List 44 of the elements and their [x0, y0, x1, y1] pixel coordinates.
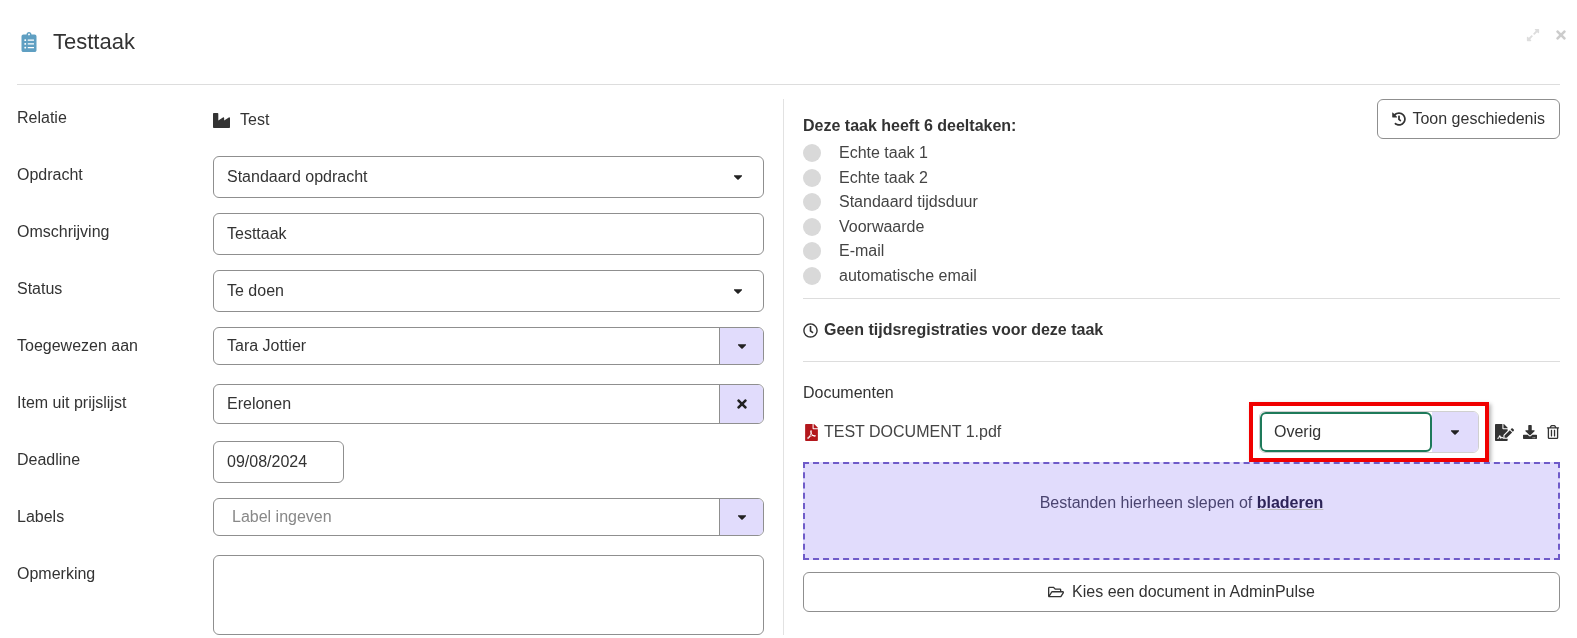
document-type-select[interactable]: Overig [1259, 411, 1479, 453]
dropzone[interactable]: Bestanden hierheen slepen of bladeren [803, 462, 1560, 560]
subtask-label: automatische email [839, 266, 977, 285]
field-label: Opmerking [17, 564, 97, 583]
clear-icon[interactable] [734, 397, 749, 411]
textarea-field[interactable] [213, 555, 764, 635]
subtasks-heading: Deze taak heeft 6 deeltaken: [803, 117, 1017, 135]
clipboard-icon [19, 32, 39, 52]
subtask-label: E-mail [839, 242, 885, 261]
subtask-label: Echte taak 2 [839, 168, 928, 187]
sign-icon[interactable] [1495, 422, 1514, 442]
field-label: Item uit prijslijst [17, 393, 128, 412]
field-label: Deadline [17, 450, 82, 469]
history-button[interactable]: Toon geschiedenis [1377, 99, 1560, 139]
field-value: Test [240, 111, 270, 129]
documents-heading: Documenten [803, 384, 895, 402]
select-field[interactable]: Tara Jottier [213, 327, 764, 365]
pdf-icon [803, 423, 820, 441]
trash-icon[interactable] [1546, 425, 1560, 439]
select-field[interactable]: Erelonen [213, 384, 764, 424]
window-title: Testtaak [53, 29, 136, 55]
select-field[interactable]: Label ingeven [213, 498, 764, 536]
input-field[interactable]: Testtaak [213, 213, 764, 255]
field-label: Toegewezen aan [17, 336, 139, 355]
field-label: Omschrijving [17, 222, 111, 241]
field-label: Relatie [17, 108, 68, 127]
select-field[interactable]: Standaard opdracht [213, 156, 764, 198]
field-label: Labels [17, 507, 66, 526]
subtask-label: Echte taak 1 [839, 144, 928, 163]
clock-icon [803, 322, 818, 338]
field-label: Status [17, 279, 64, 298]
download-icon[interactable] [1523, 425, 1537, 439]
choose-document-button[interactable]: Kies een document in AdminPulse [803, 572, 1560, 612]
select-field[interactable]: Te doen [213, 270, 764, 312]
field-label: Opdracht [17, 165, 84, 184]
dropzone-text: Bestanden hierheen slepen of bladeren [1039, 494, 1324, 513]
folder-icon [1048, 584, 1065, 600]
file-name[interactable]: TEST DOCUMENT 1.pdf [824, 423, 1249, 441]
history-icon [1392, 112, 1407, 126]
time-registrations-text: Geen tijdsregistraties voor deze taak [824, 321, 1104, 339]
subtask-label: Standaard tijdsduur [839, 193, 978, 212]
date-field[interactable]: 09/08/2024 [213, 441, 344, 483]
factory-icon [213, 111, 230, 129]
subtask-label: Voorwaarde [839, 217, 925, 236]
